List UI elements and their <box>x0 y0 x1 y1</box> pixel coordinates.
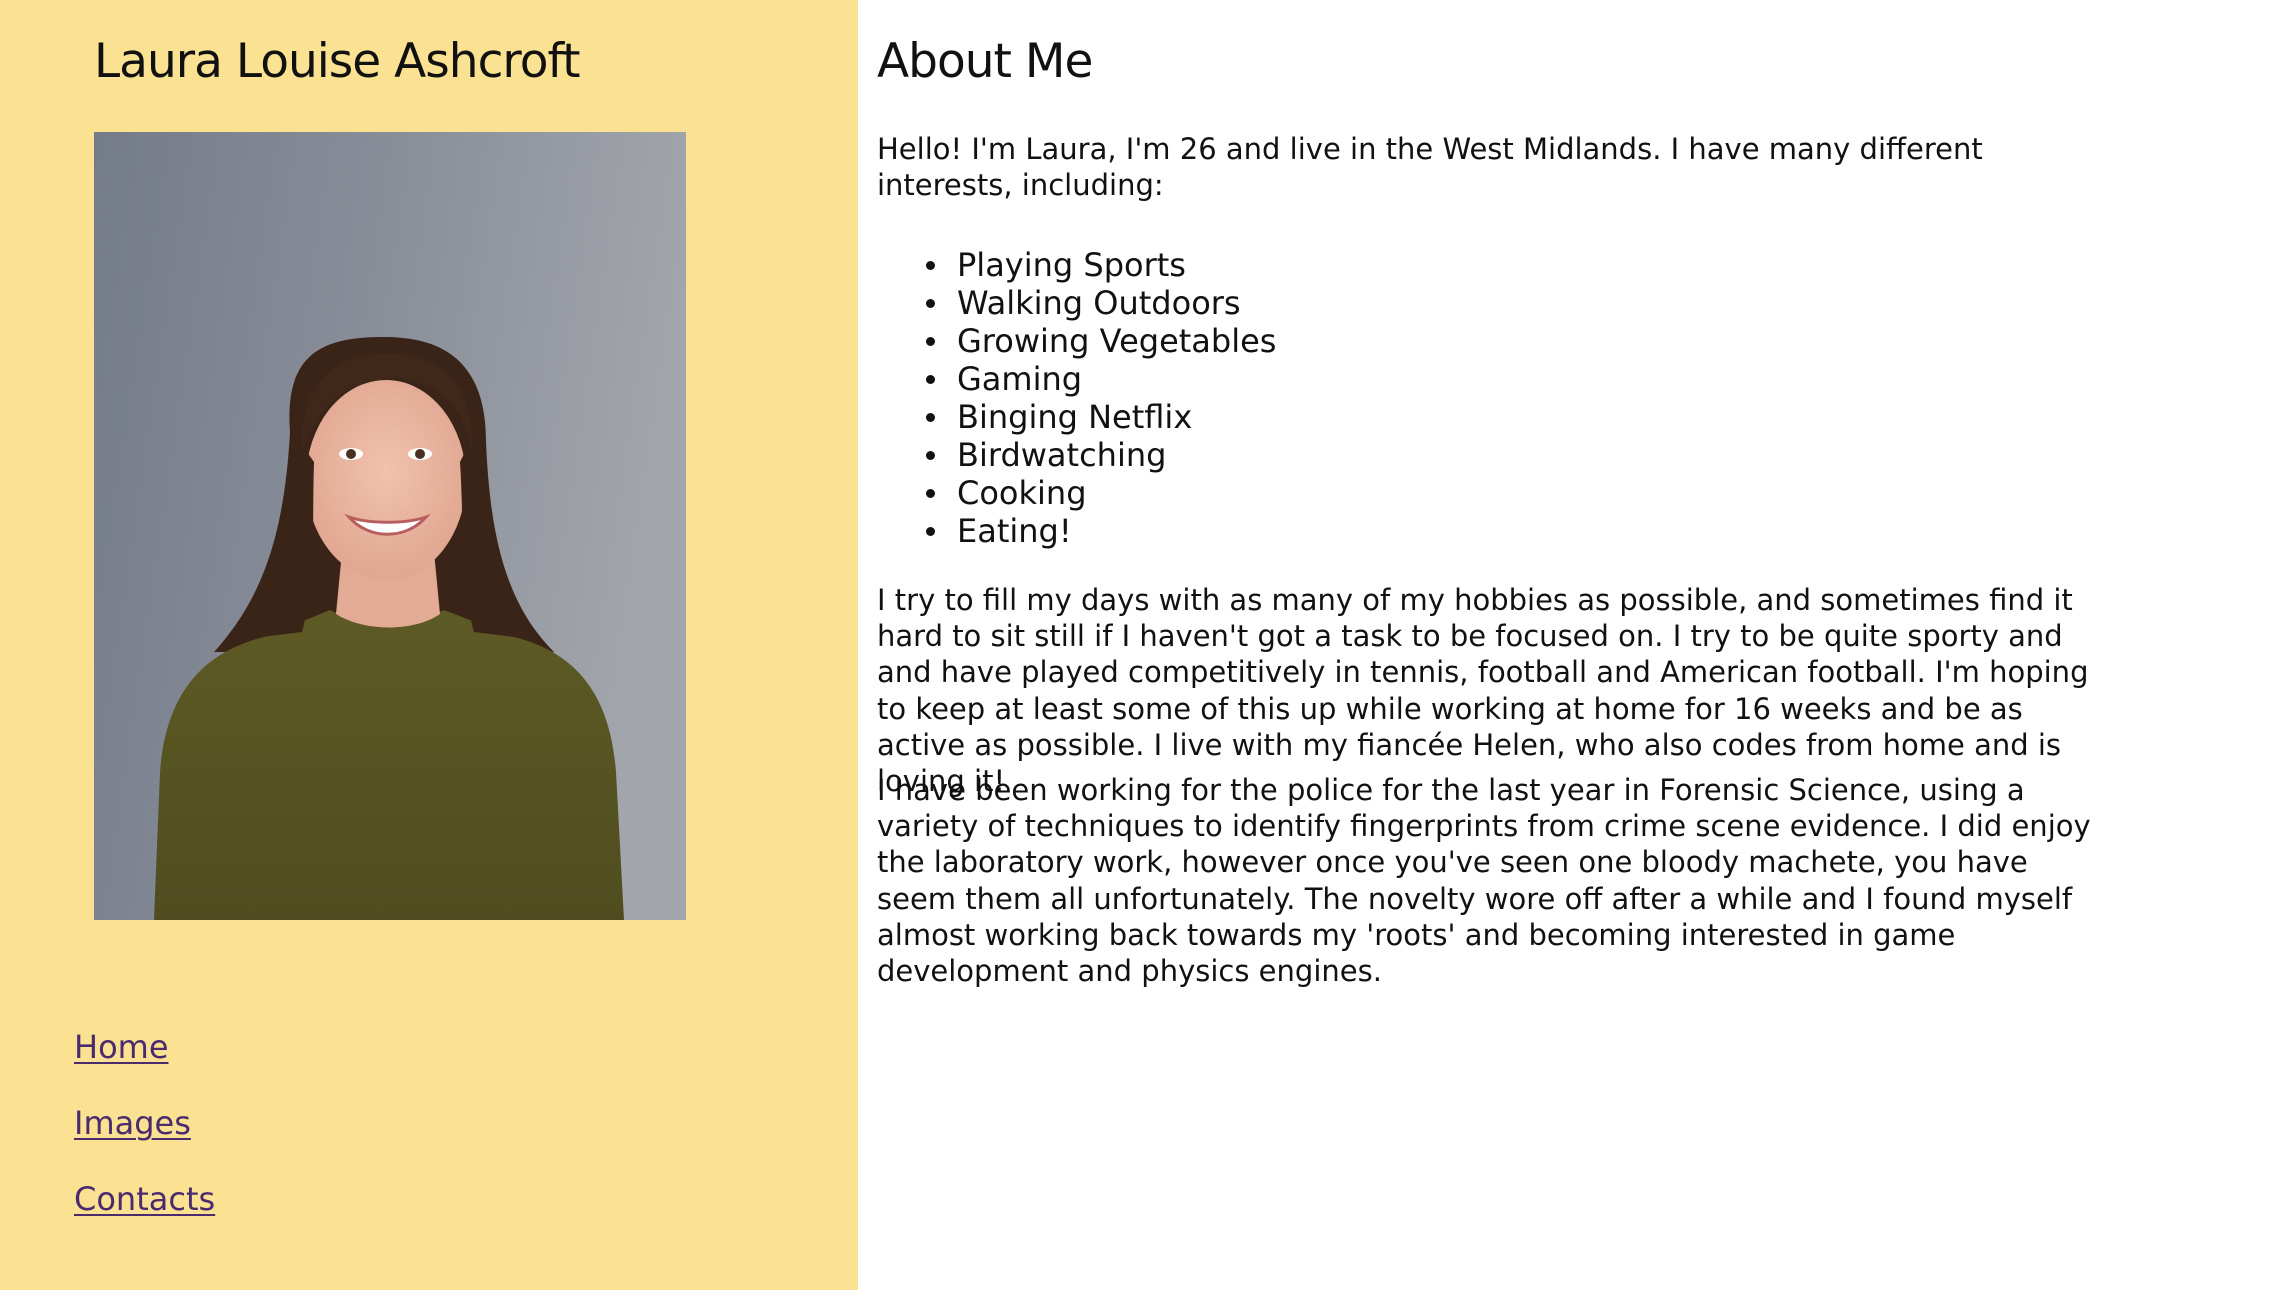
list-item: Growing Vegetables <box>925 322 1277 360</box>
main-nav: Home Images Contacts <box>74 1020 215 1248</box>
hobbies-paragraph: I try to fill my days with as many of my… <box>877 583 2089 799</box>
nav-item-home: Home <box>74 1020 215 1096</box>
nav-link-home[interactable]: Home <box>74 1028 169 1066</box>
list-item: Binging Netflix <box>925 398 1276 436</box>
list-item: Cooking <box>925 474 1276 512</box>
hobbies-list: Playing Sports Walking Outdoors Growing … <box>925 246 1277 550</box>
intro-paragraph: Hello! I'm Laura, I'm 26 and live in the… <box>877 132 1983 202</box>
sidebar: Laura Louise Ashcroft Home Images Contac… <box>0 0 858 1290</box>
career-paragraph: I have been working for the police for t… <box>877 773 2091 989</box>
list-item: Walking Outdoors <box>925 284 1276 322</box>
nav-link-contacts[interactable]: Contacts <box>74 1180 215 1218</box>
list-item: Playing Sports <box>925 246 1276 284</box>
page-title: About Me <box>877 34 1093 89</box>
profile-photo <box>94 132 686 920</box>
list-item: Eating! <box>925 512 1276 550</box>
profile-photo-illustration <box>94 132 686 920</box>
list-item: Birdwatching <box>925 436 1276 474</box>
nav-item-images: Images <box>74 1096 215 1172</box>
nav-item-contacts: Contacts <box>74 1172 215 1248</box>
list-item: Gaming <box>925 360 1276 398</box>
site-owner-name: Laura Louise Ashcroft <box>94 34 581 89</box>
nav-link-images[interactable]: Images <box>74 1104 191 1142</box>
